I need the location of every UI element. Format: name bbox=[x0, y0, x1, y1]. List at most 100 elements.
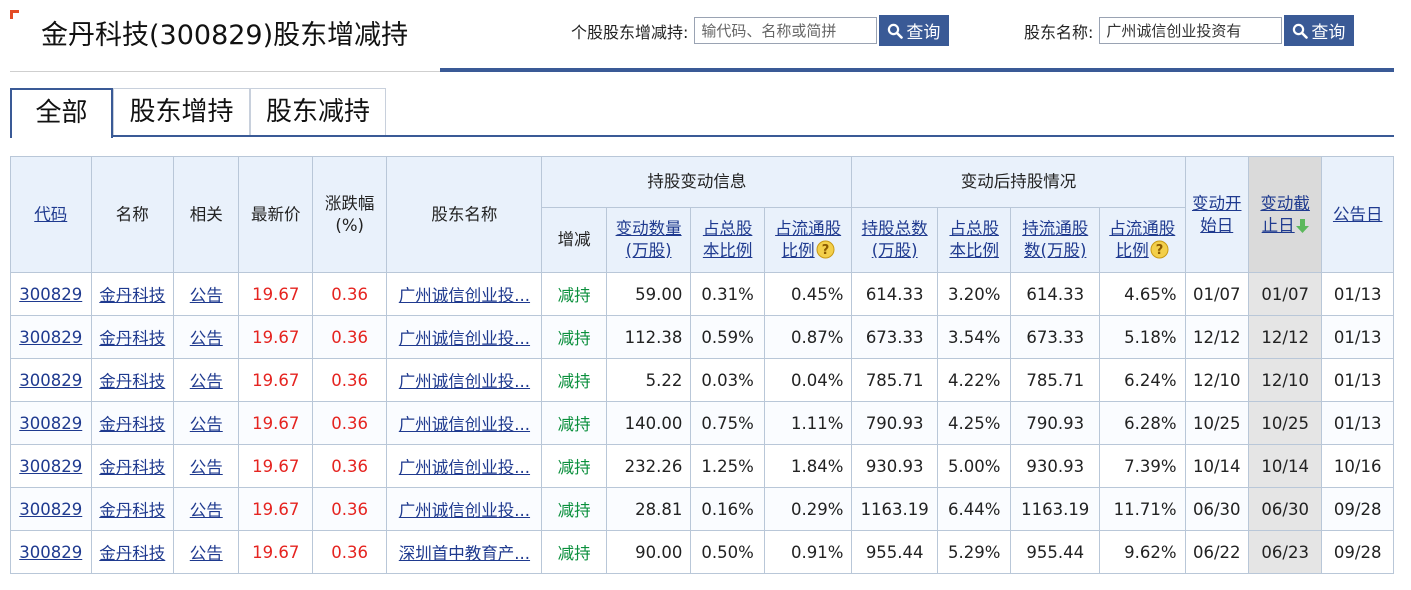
cell-related[interactable]: 公告 bbox=[173, 487, 240, 531]
cell-related[interactable]: 公告 bbox=[173, 272, 240, 316]
cell-name[interactable]: 金丹科技 bbox=[90, 530, 175, 574]
stock-search: 个股股东增减持: 查询 bbox=[571, 15, 950, 46]
header-start-date[interactable]: 变动开 始日 bbox=[1184, 156, 1249, 273]
header-start-date-link[interactable]: 变动开 始日 bbox=[1192, 194, 1242, 235]
cell-holder[interactable]: 广州诚信创业投... bbox=[386, 358, 543, 402]
cell-code[interactable]: 300829 bbox=[10, 530, 92, 574]
name-link[interactable]: 金丹科技 bbox=[99, 372, 165, 391]
cell-holder[interactable]: 广州诚信创业投... bbox=[386, 401, 543, 445]
holder-search-button-label: 查询 bbox=[1311, 23, 1346, 43]
related-link[interactable]: 公告 bbox=[190, 501, 223, 520]
name-link[interactable]: 金丹科技 bbox=[99, 458, 165, 477]
cell-related[interactable]: 公告 bbox=[173, 315, 240, 359]
related-link[interactable]: 公告 bbox=[190, 544, 223, 563]
cell-holder[interactable]: 广州诚信创业投... bbox=[386, 487, 543, 531]
code-link[interactable]: 300829 bbox=[19, 500, 82, 519]
related-link[interactable]: 公告 bbox=[190, 286, 223, 305]
related-link[interactable]: 公告 bbox=[190, 415, 223, 434]
holder-link[interactable]: 广州诚信创业投... bbox=[399, 286, 530, 305]
header-code-link[interactable]: 代码 bbox=[34, 205, 67, 224]
related-link[interactable]: 公告 bbox=[190, 458, 223, 477]
cell-related[interactable]: 公告 bbox=[173, 530, 240, 574]
related-link[interactable]: 公告 bbox=[190, 372, 223, 391]
header-after-pct-total-link[interactable]: 占总股 本比例 bbox=[949, 219, 999, 260]
stock-search-input[interactable] bbox=[694, 17, 878, 44]
tab-increase[interactable]: 股东增持 bbox=[113, 88, 250, 135]
cell-name[interactable]: 金丹科技 bbox=[90, 487, 175, 531]
header-after-total[interactable]: 持股总数 (万股) bbox=[851, 207, 938, 273]
name-link[interactable]: 金丹科技 bbox=[99, 415, 165, 434]
code-link[interactable]: 300829 bbox=[19, 414, 82, 433]
holder-link[interactable]: 广州诚信创业投... bbox=[399, 501, 530, 520]
question-icon[interactable]: ? bbox=[1150, 240, 1169, 259]
holder-search: 股东名称: 查询 bbox=[1024, 15, 1355, 46]
cell-name[interactable]: 金丹科技 bbox=[90, 401, 175, 445]
header-pct-total-link[interactable]: 占总股 本比例 bbox=[703, 219, 753, 260]
cell-code[interactable]: 300829 bbox=[10, 315, 92, 359]
cell-code[interactable]: 300829 bbox=[10, 487, 92, 531]
cell-code[interactable]: 300829 bbox=[10, 358, 92, 402]
name-link[interactable]: 金丹科技 bbox=[99, 286, 165, 305]
code-link[interactable]: 300829 bbox=[19, 543, 82, 562]
title-divider bbox=[10, 71, 440, 72]
holder-search-input[interactable] bbox=[1099, 17, 1283, 44]
cell-name[interactable]: 金丹科技 bbox=[90, 444, 175, 488]
cell-name[interactable]: 金丹科技 bbox=[90, 358, 175, 402]
tab-all[interactable]: 全部 bbox=[10, 88, 113, 138]
header-after-float-link[interactable]: 持流通股 数(万股) bbox=[1022, 219, 1088, 260]
holder-link[interactable]: 广州诚信创业投... bbox=[399, 415, 530, 434]
cell-name[interactable]: 金丹科技 bbox=[90, 272, 175, 316]
cell-pct-total: 0.50% bbox=[690, 530, 765, 574]
header-qty[interactable]: 变动数量 (万股) bbox=[605, 207, 692, 273]
cell-holder[interactable]: 深圳首中教育产... bbox=[386, 530, 543, 574]
header-after-total-link[interactable]: 持股总数 (万股) bbox=[862, 219, 928, 260]
cell-after-pct-total: 5.00% bbox=[936, 444, 1012, 488]
cell-code[interactable]: 300829 bbox=[10, 401, 92, 445]
cell-after-pct-total: 4.25% bbox=[936, 401, 1012, 445]
cell-holder[interactable]: 广州诚信创业投... bbox=[386, 444, 543, 488]
name-link[interactable]: 金丹科技 bbox=[99, 329, 165, 348]
cell-related[interactable]: 公告 bbox=[173, 358, 240, 402]
cell-after-total: 614.33 bbox=[851, 272, 938, 316]
cell-related[interactable]: 公告 bbox=[173, 401, 240, 445]
cell-related[interactable]: 公告 bbox=[173, 444, 240, 488]
cell-after-float: 673.33 bbox=[1010, 315, 1100, 359]
question-icon[interactable]: ? bbox=[816, 240, 835, 259]
cell-qty: 112.38 bbox=[605, 315, 692, 359]
cell-after-total: 673.33 bbox=[851, 315, 938, 359]
name-link[interactable]: 金丹科技 bbox=[99, 501, 165, 520]
holder-link[interactable]: 广州诚信创业投... bbox=[399, 458, 530, 477]
table-row: 300829 金丹科技 公告 19.67 0.36 广州诚信创业投... 减持 59.00 0.… bbox=[10, 272, 1394, 316]
holder-link[interactable]: 广州诚信创业投... bbox=[399, 329, 530, 348]
header-end-date[interactable]: 变动截 止日 bbox=[1247, 156, 1323, 273]
cell-holder[interactable]: 广州诚信创业投... bbox=[386, 315, 543, 359]
code-link[interactable]: 300829 bbox=[19, 371, 82, 390]
related-link[interactable]: 公告 bbox=[190, 329, 223, 348]
cell-name[interactable]: 金丹科技 bbox=[90, 315, 175, 359]
cell-price: 19.67 bbox=[238, 487, 313, 531]
cell-code[interactable]: 300829 bbox=[10, 444, 92, 488]
cell-holder[interactable]: 广州诚信创业投... bbox=[386, 272, 543, 316]
holder-link[interactable]: 深圳首中教育产... bbox=[399, 544, 530, 563]
cell-after-pct-float: 4.65% bbox=[1098, 272, 1186, 316]
header-after-pct-float[interactable]: 占流通股 比例? bbox=[1098, 207, 1186, 273]
header-pct-total[interactable]: 占总股 本比例 bbox=[690, 207, 765, 273]
holder-link[interactable]: 广州诚信创业投... bbox=[399, 372, 530, 391]
header-code[interactable]: 代码 bbox=[10, 156, 92, 273]
header-qty-line1: 变动数量 bbox=[615, 219, 682, 238]
cell-code[interactable]: 300829 bbox=[10, 272, 92, 316]
holder-search-button[interactable]: 查询 bbox=[1284, 15, 1355, 46]
header-announce-date[interactable]: 公告日 bbox=[1321, 156, 1394, 273]
header-announce-link[interactable]: 公告日 bbox=[1333, 205, 1383, 224]
code-link[interactable]: 300829 bbox=[19, 285, 82, 304]
code-link[interactable]: 300829 bbox=[19, 328, 82, 347]
cell-price: 19.67 bbox=[238, 444, 313, 488]
name-link[interactable]: 金丹科技 bbox=[99, 544, 165, 563]
tab-decrease[interactable]: 股东减持 bbox=[250, 88, 386, 135]
header-qty-link[interactable]: 变动数量 (万股) bbox=[616, 219, 682, 260]
header-after-float[interactable]: 持流通股 数(万股) bbox=[1010, 207, 1100, 273]
header-pct-float[interactable]: 占流通股 比例? bbox=[763, 207, 853, 273]
header-after-pct-total[interactable]: 占总股 本比例 bbox=[936, 207, 1012, 273]
code-link[interactable]: 300829 bbox=[19, 457, 82, 476]
stock-search-button[interactable]: 查询 bbox=[879, 15, 950, 46]
